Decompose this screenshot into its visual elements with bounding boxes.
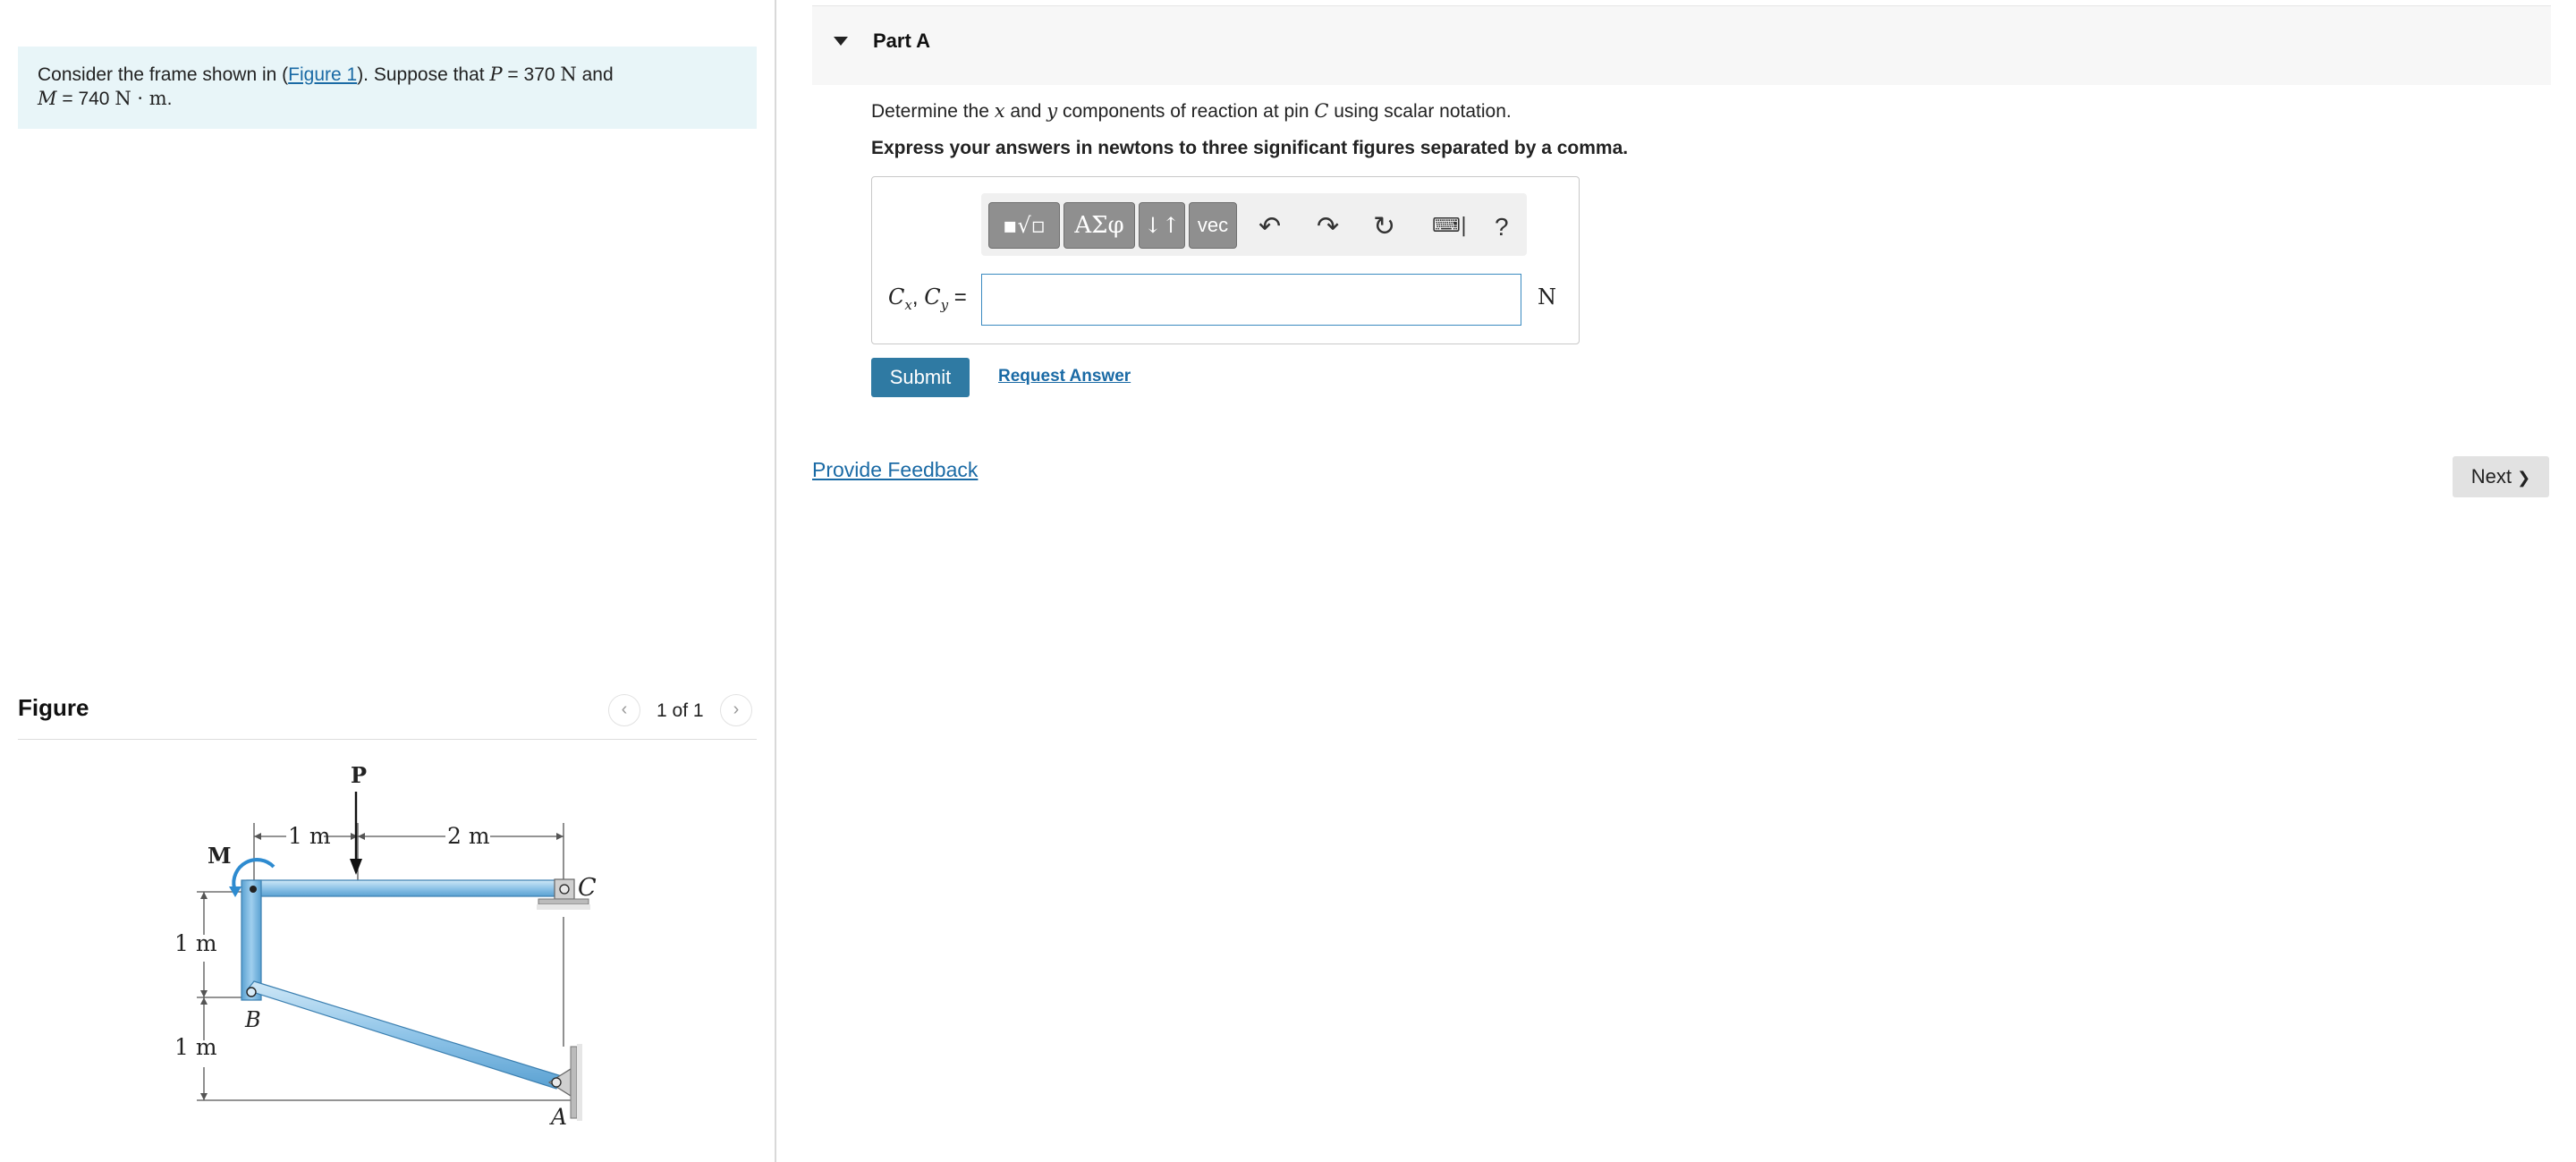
- figure-divider: [18, 739, 757, 740]
- chevron-right-icon: ❯: [2517, 469, 2531, 487]
- question-text: Determine the x and y components of reac…: [871, 100, 1512, 123]
- next-label: Next: [2470, 465, 2512, 488]
- part-a-header[interactable]: Part A: [812, 5, 2551, 85]
- undo-icon[interactable]: ↶: [1258, 211, 1281, 242]
- m-symbol: M: [38, 88, 57, 109]
- problem-text: ). Suppose that: [357, 64, 490, 85]
- templates-button[interactable]: ▪√▫: [988, 202, 1060, 249]
- label-dim-1m-top: 1 m: [288, 823, 331, 849]
- provide-feedback-link[interactable]: Provide Feedback: [812, 458, 978, 482]
- reset-icon[interactable]: ↻: [1373, 211, 1395, 242]
- keyboard-icon[interactable]: ⌨|: [1432, 215, 1467, 237]
- question-part: and: [1004, 101, 1047, 122]
- load-p-arrow: [350, 792, 362, 875]
- label-dim-2m-top: 2 m: [447, 823, 490, 849]
- horizontal-member: [246, 879, 572, 897]
- m-value: = 740: [56, 89, 115, 109]
- label-b: B: [244, 1007, 261, 1032]
- figure-pagination: 1 of 1: [657, 700, 704, 721]
- greek-symbols-button[interactable]: ΑΣφ: [1063, 202, 1135, 249]
- next-button[interactable]: Next ❯: [2453, 456, 2549, 497]
- answer-unit: N: [1538, 284, 1556, 310]
- part-title: Part A: [873, 30, 930, 52]
- figure-link[interactable]: Figure 1: [288, 64, 357, 85]
- request-answer-link[interactable]: Request Answer: [998, 367, 1131, 386]
- math-toolbar: ▪√▫ ΑΣφ ↓↑ vec ↶ ↷ ↻ ⌨| ?: [981, 193, 1527, 256]
- submit-button[interactable]: Submit: [871, 358, 970, 397]
- question-part: Determine the: [871, 101, 995, 122]
- question-part: using scalar notation.: [1328, 101, 1512, 122]
- vector-button[interactable]: vec: [1189, 202, 1237, 249]
- next-figure-button[interactable]: ›: [720, 694, 752, 726]
- inclined-member-ab: [245, 980, 563, 1090]
- label-dim-1m-upper: 1 m: [174, 930, 217, 956]
- frame-figure: P M 1 m 2 m 1 m 1 m B C A: [174, 762, 597, 1130]
- problem-text: Consider the frame shown in (: [38, 64, 289, 85]
- label-equals: =: [948, 285, 967, 310]
- pin-b: [246, 987, 257, 997]
- m-unit: N · m: [114, 88, 167, 109]
- problem-text: .: [166, 89, 173, 109]
- answer-box: ▪√▫ ΑΣφ ↓↑ vec ↶ ↷ ↻ ⌨| ? Cx, Cy = N: [871, 176, 1580, 344]
- var-x: x: [994, 100, 1005, 122]
- label-dim-1m-lower: 1 m: [174, 1034, 217, 1060]
- var-c: C: [1314, 100, 1329, 122]
- answer-label: Cx, Cy =: [888, 284, 967, 313]
- var-y: y: [1046, 100, 1058, 122]
- problem-text: and: [576, 64, 614, 85]
- p-symbol: P: [489, 64, 503, 85]
- label-cy-subscript: y: [940, 296, 949, 313]
- label-m: M: [208, 843, 232, 869]
- p-value: = 370: [502, 64, 561, 85]
- answer-instruction: Express your answers in newtons to three…: [871, 138, 1629, 158]
- collapse-caret-icon[interactable]: [834, 37, 848, 46]
- subscript-superscript-button[interactable]: ↓↑: [1139, 202, 1185, 249]
- problem-statement: Consider the frame shown in (Figure 1). …: [18, 47, 757, 129]
- label-cx-subscript: x: [904, 296, 912, 313]
- label-cy-letter: C: [924, 284, 941, 310]
- label-comma: ,: [911, 285, 925, 310]
- label-c: C: [578, 874, 597, 902]
- label-p: P: [351, 762, 367, 788]
- figure-title: Figure: [18, 694, 89, 721]
- p-unit: N: [560, 64, 577, 85]
- question-part: components of reaction at pin: [1057, 101, 1315, 122]
- answer-input[interactable]: [981, 274, 1521, 326]
- panel-divider: [775, 0, 776, 1162]
- label-a: A: [549, 1104, 567, 1130]
- label-cx-letter: C: [888, 284, 905, 310]
- redo-icon[interactable]: ↷: [1317, 211, 1339, 242]
- left-panel: Consider the frame shown in (Figure 1). …: [0, 0, 775, 1162]
- joint-corner: [250, 886, 257, 893]
- previous-figure-button[interactable]: ‹: [608, 694, 640, 726]
- help-button[interactable]: ?: [1495, 213, 1509, 242]
